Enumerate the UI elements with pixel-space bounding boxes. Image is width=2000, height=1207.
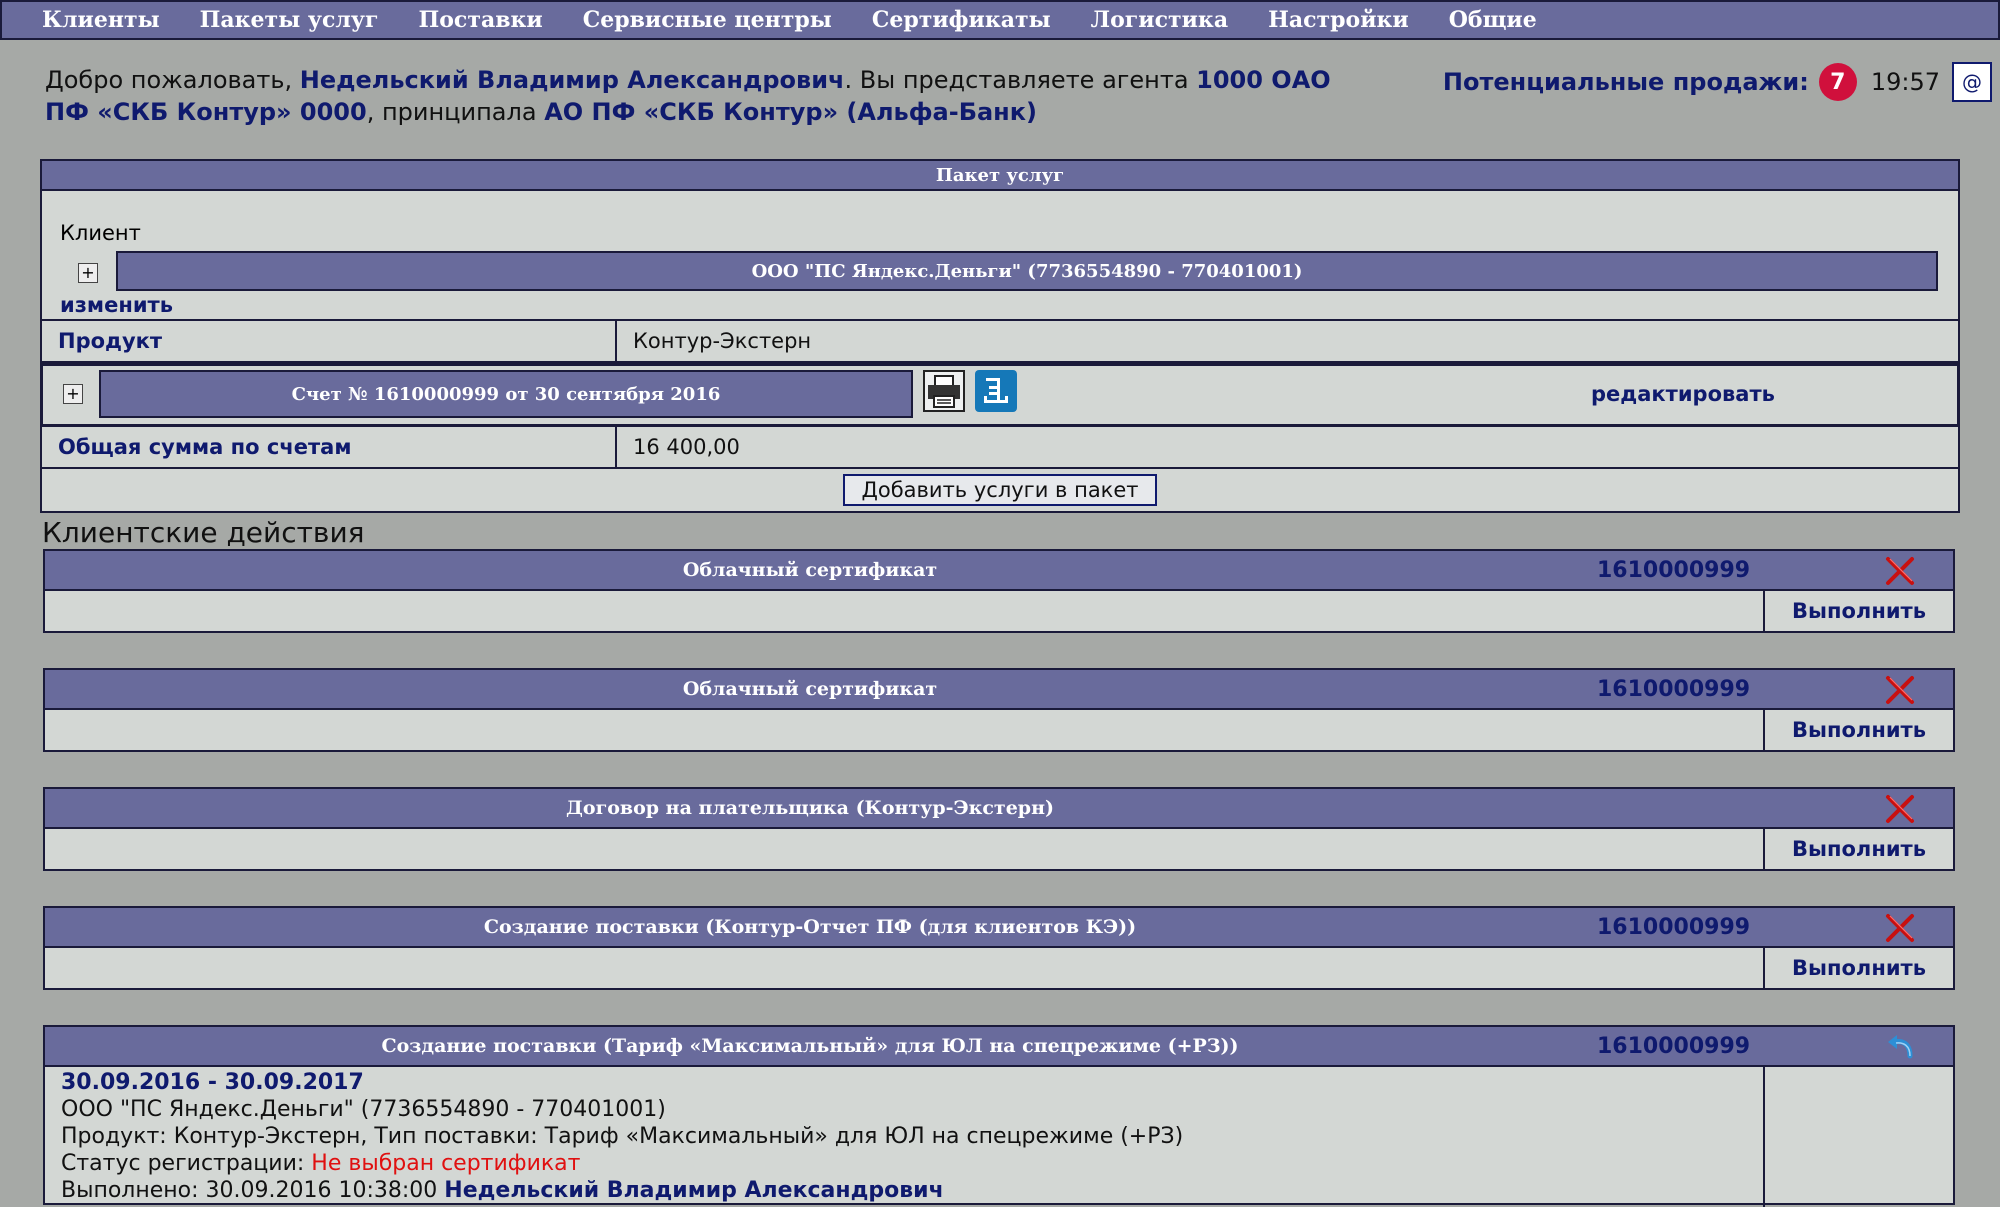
client-action-item: Облачный сертификат 1610000999 Выполнить (43, 549, 1955, 633)
supply-product: Продукт: Контур-Экстерн, Тип поставки: Т… (61, 1124, 1184, 1149)
welcome-prefix: Добро пожаловать, (45, 66, 300, 94)
delete-x-icon[interactable] (1883, 673, 1917, 707)
nav-item-packages[interactable]: Пакеты услуг (200, 7, 379, 33)
client-block: Клиент + ООО "ПС Яндекс.Деньги" (7736554… (42, 191, 1958, 321)
nav-item-certificates[interactable]: Сертификаты (872, 7, 1051, 33)
product-value: Контур-Экстерн (633, 329, 812, 353)
expand-plus-icon[interactable]: + (63, 384, 83, 404)
delete-x-icon[interactable] (1883, 792, 1917, 826)
nav-item-logistics[interactable]: Логистика (1091, 7, 1228, 33)
welcome-user: Недельский Владимир Александрович (299, 66, 845, 94)
delete-x-icon[interactable] (1883, 911, 1917, 945)
client-label: Клиент (60, 221, 141, 245)
action-title: Создание поставки (Контур-Отчет ПФ (для … (483, 916, 1137, 938)
expand-plus-icon[interactable]: + (78, 263, 98, 283)
delete-x-icon[interactable] (1883, 554, 1917, 588)
action-body: Выполнить (45, 948, 1953, 988)
package-header: Пакет услуг (42, 161, 1958, 191)
action-body: 30.09.2016 - 30.09.2017 ООО "ПС Яндекс.Д… (45, 1067, 1953, 1207)
nav-item-clients[interactable]: Клиенты (42, 7, 160, 33)
service-package-panel: Пакет услуг Клиент + ООО "ПС Яндекс.День… (40, 159, 1960, 513)
product-row: Продукт Контур-Экстерн (42, 321, 1958, 363)
completed-by: Недельский Владимир Александрович (444, 1178, 944, 1203)
supply-client: ООО "ПС Яндекс.Деньги" (7736554890 - 770… (61, 1097, 666, 1122)
execute-cell: Выполнить (1763, 948, 1953, 988)
client-action-item: Создание поставки (Тариф «Максимальный» … (43, 1025, 1955, 1207)
invoice-bar[interactable]: Счет № 1610000999 от 30 сентября 2016 (99, 370, 913, 418)
total-row: Общая сумма по счетам 16 400,00 (42, 427, 1958, 469)
action-number[interactable]: 1610000999 (1597, 908, 1750, 946)
add-services-button[interactable]: Добавить услуги в пакет (843, 474, 1157, 506)
execute-cell: Выполнить (1763, 710, 1953, 750)
total-label: Общая сумма по счетам (42, 427, 617, 467)
registration-status: Статус регистрации: Не выбран сертификат (61, 1150, 1183, 1177)
action-number[interactable]: 1610000999 (1597, 670, 1750, 708)
action-number[interactable]: 1610000999 (1597, 551, 1750, 589)
nav-item-service-centers[interactable]: Сервисные центры (583, 7, 832, 33)
action-header: Облачный сертификат 1610000999 (45, 670, 1953, 710)
action-header: Договор на плательщика (Контур-Экстерн) (45, 789, 1953, 829)
client-name-bar[interactable]: ООО "ПС Яндекс.Деньги" (7736554890 - 770… (116, 251, 1938, 291)
potential-sales-badge[interactable]: 7 (1818, 63, 1857, 101)
execute-cell: Выполнить (1763, 829, 1953, 869)
action-header: Создание поставки (Тариф «Максимальный» … (45, 1027, 1953, 1067)
supply-period: 30.09.2016 - 30.09.2017 (61, 1070, 364, 1095)
execute-link[interactable]: Выполнить (1792, 956, 1926, 980)
welcome-principal: АО ПФ «СКБ Контур» (Альфа-Банк) (544, 98, 1038, 126)
action-title: Создание поставки (Тариф «Максимальный» … (381, 1035, 1239, 1057)
nav-item-general[interactable]: Общие (1449, 7, 1537, 33)
invoice-row: + Счет № 1610000999 от 30 сентября 2016 (40, 363, 1960, 427)
top-navigation: Клиенты Пакеты услуг Поставки Сервисные … (0, 0, 2000, 40)
welcome-agent-text: . Вы представляете агента (844, 66, 1197, 94)
action-title: Облачный сертификат (682, 678, 938, 700)
action-title: Договор на плательщика (Контур-Экстерн) (566, 797, 1054, 819)
nav-item-settings[interactable]: Настройки (1268, 7, 1409, 33)
welcome-principal-text: , принципала (366, 98, 545, 126)
execute-link[interactable]: Выполнить (1792, 599, 1926, 623)
execute-cell: Выполнить (1763, 591, 1953, 631)
add-services-row: Добавить услуги в пакет (42, 469, 1958, 511)
action-body: Выполнить (45, 591, 1953, 631)
client-action-item: Договор на плательщика (Контур-Экстерн) … (43, 787, 1955, 871)
execute-link[interactable]: Выполнить (1792, 837, 1926, 861)
edit-invoice-link[interactable]: редактировать (1591, 382, 1775, 406)
potential-sales-label[interactable]: Потенциальные продажи: (1443, 68, 1809, 96)
welcome-message: Добро пожаловать, Недельский Владимир Ал… (45, 64, 1345, 128)
clock-time: 19:57 (1870, 68, 1940, 96)
nav-item-supplies[interactable]: Поставки (418, 7, 542, 33)
registration-status-label: Статус регистрации: (61, 1151, 312, 1176)
total-value: 16 400,00 (633, 435, 740, 459)
printer-icon[interactable] (923, 370, 965, 412)
action-body: Выполнить (45, 710, 1953, 750)
completed-label: Выполнено: 30.09.2016 10:38:00 (61, 1178, 445, 1203)
undo-arrow-icon[interactable] (1883, 1030, 1917, 1064)
client-action-item: Создание поставки (Контур-Отчет ПФ (для … (43, 906, 1955, 990)
action-number[interactable]: 1610000999 (1597, 1027, 1750, 1065)
registration-status-value: Не выбран сертификат (311, 1151, 581, 1176)
execute-link[interactable]: Выполнить (1792, 718, 1926, 742)
client-actions-title: Клиентские действия (42, 516, 365, 549)
product-label: Продукт (42, 321, 617, 361)
export-icon[interactable] (975, 370, 1017, 412)
action-header: Создание поставки (Контур-Отчет ПФ (для … (45, 908, 1953, 948)
action-title: Облачный сертификат (682, 559, 938, 581)
mail-button[interactable]: @ (1952, 62, 1992, 102)
client-action-item: Облачный сертификат 1610000999 Выполнить (43, 668, 1955, 752)
action-header: Облачный сертификат 1610000999 (45, 551, 1953, 591)
execute-cell (1763, 1067, 1953, 1207)
status-area: Потенциальные продажи: 7 19:57 @ (1443, 60, 2000, 104)
change-client-link[interactable]: изменить (60, 293, 173, 317)
action-details: 30.09.2016 - 30.09.2017 ООО "ПС Яндекс.Д… (61, 1069, 1183, 1204)
action-body: Выполнить (45, 829, 1953, 869)
